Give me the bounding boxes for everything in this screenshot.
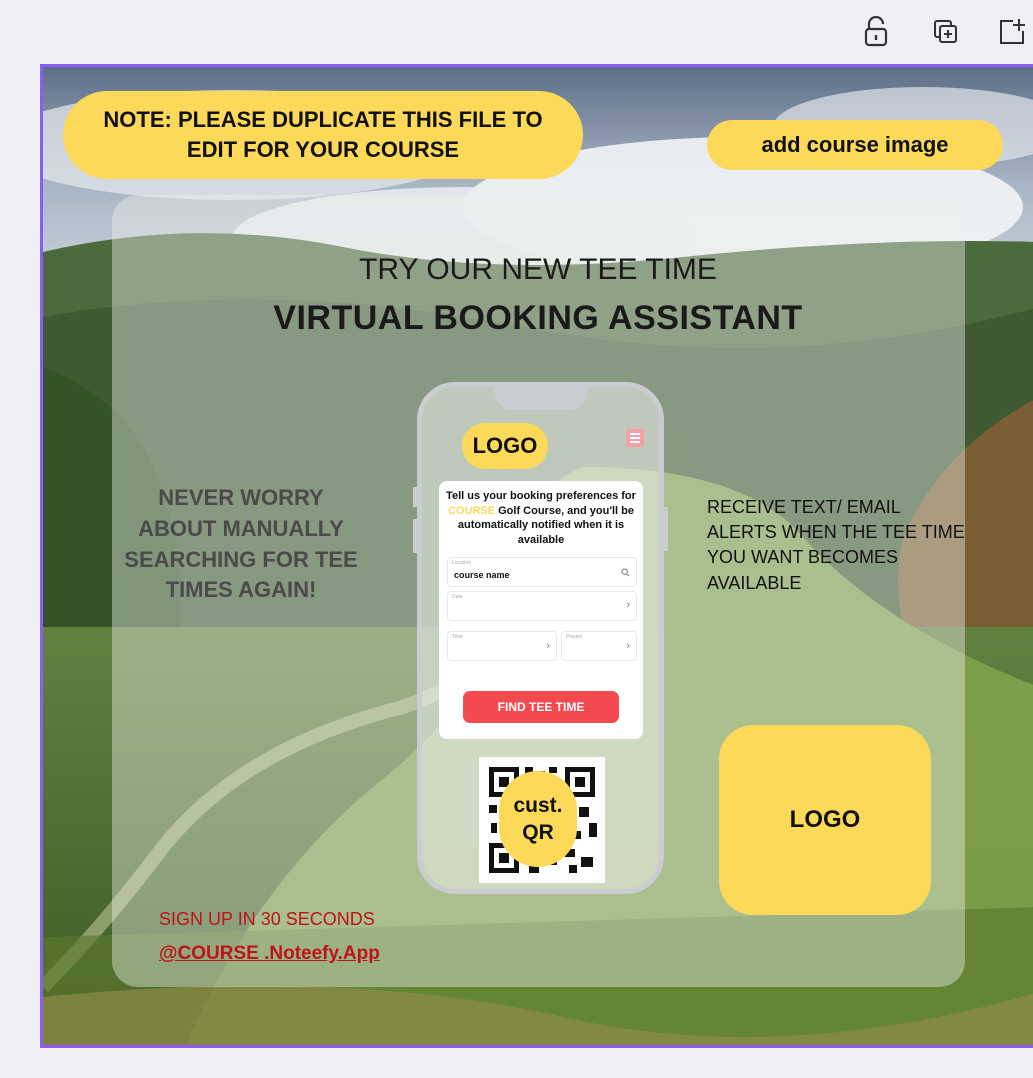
search-icon xyxy=(621,568,630,577)
phone-mockup[interactable]: LOGO Tell us your booking preferences fo… xyxy=(413,382,668,894)
qr-badge-line-1: cust. xyxy=(513,793,563,817)
chevron-right-icon: › xyxy=(626,640,630,652)
location-field[interactable]: Location course name xyxy=(447,557,637,587)
headline-line-2[interactable]: VIRTUAL BOOKING ASSISTANT xyxy=(43,299,1033,338)
phone-notch xyxy=(494,382,588,410)
headline-line-1[interactable]: TRY OUR NEW TEE TIME xyxy=(43,253,1033,287)
date-field[interactable]: Date › xyxy=(447,591,637,621)
location-label: Location xyxy=(452,560,471,566)
logo-placeholder[interactable]: LOGO xyxy=(719,725,931,915)
booking-form-title: Tell us your booking preferences for COU… xyxy=(446,490,636,546)
unlock-icon[interactable] xyxy=(860,14,892,50)
players-label: Players xyxy=(566,634,583,640)
phone-side-button xyxy=(664,507,668,551)
find-tee-time-button[interactable]: FIND TEE TIME xyxy=(463,691,619,723)
add-course-image-label[interactable]: add course image xyxy=(707,120,1003,170)
design-toolbar xyxy=(0,0,1033,62)
signup-link[interactable]: @COURSE .Noteefy.App xyxy=(159,943,380,965)
booking-form-card: Tell us your booking preferences for COU… xyxy=(439,481,643,739)
date-label: Date xyxy=(452,594,463,600)
receive-alerts-text[interactable]: RECEIVE TEXT/ EMAIL ALERTS WHEN THE TEE … xyxy=(707,495,967,596)
chevron-right-icon: › xyxy=(626,599,630,611)
phone-logo: LOGO xyxy=(462,423,548,469)
duplicate-note[interactable]: NOTE: PLEASE DUPLICATE THIS FILE TO EDIT… xyxy=(63,91,583,179)
hamburger-menu-icon[interactable] xyxy=(626,429,644,447)
chevron-right-icon: › xyxy=(546,640,550,652)
players-field[interactable]: Players › xyxy=(561,631,637,661)
time-label: Time xyxy=(452,634,463,640)
qr-code[interactable]: cust. QR xyxy=(479,757,605,883)
add-page-icon[interactable] xyxy=(996,14,1028,50)
phone-side-button xyxy=(413,519,417,553)
signup-text[interactable]: SIGN UP IN 30 SECONDS xyxy=(159,909,375,930)
phone-side-button xyxy=(413,487,417,507)
design-canvas[interactable]: NOTE: PLEASE DUPLICATE THIS FILE TO EDIT… xyxy=(40,64,1033,1048)
never-worry-text[interactable]: NEVER WORRY ABOUT MANUALLY SEARCHING FOR… xyxy=(121,483,361,606)
duplicate-page-icon[interactable] xyxy=(930,14,962,50)
qr-badge: cust. QR xyxy=(499,771,577,867)
course-name-highlight: COURSE xyxy=(448,504,496,517)
time-field[interactable]: Time › xyxy=(447,631,557,661)
location-value: course name xyxy=(454,570,510,580)
qr-badge-line-2: QR xyxy=(522,821,554,844)
